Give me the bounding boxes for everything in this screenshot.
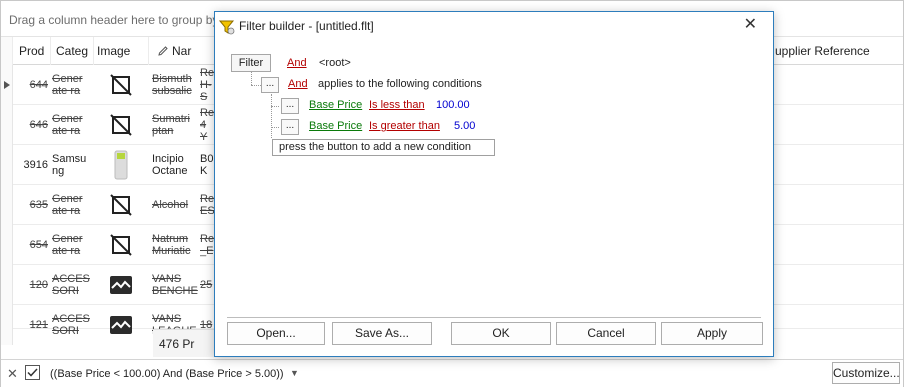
cell-category[interactable]: Samsu ng — [52, 145, 94, 185]
cancel-button[interactable]: Cancel — [556, 322, 656, 345]
group-label: applies to the following conditions — [318, 78, 482, 90]
condition-operator-link[interactable]: Is greater than — [369, 120, 440, 132]
condition-field-link[interactable]: Base Price — [309, 120, 362, 132]
no-image-icon — [97, 225, 145, 265]
image-placeholder-icon — [97, 305, 145, 345]
save-as-button[interactable]: Save As... — [332, 322, 432, 345]
filter-builder-dialog: Filter builder - [untitled.flt] ✕ Filter… — [214, 11, 774, 357]
ok-button[interactable]: OK — [451, 322, 551, 345]
root-operator-link[interactable]: And — [287, 57, 307, 69]
product-thumbnail — [97, 145, 145, 185]
check-icon — [27, 368, 38, 377]
column-header-prod[interactable]: Prod — [13, 37, 51, 65]
tree-connector — [271, 127, 279, 128]
cell-category[interactable]: Gener ate ra — [52, 65, 94, 105]
cell-name[interactable]: Alcohol — [152, 185, 198, 225]
open-button[interactable]: Open... — [227, 322, 325, 345]
close-icon[interactable]: ✕ — [744, 17, 757, 33]
group-menu-button[interactable]: ... — [261, 77, 279, 93]
group-operator-link[interactable]: And — [288, 78, 308, 90]
cell-prod[interactable]: 121 — [13, 305, 51, 345]
cell-name[interactable]: Natrum Muriatic — [152, 225, 198, 265]
tree-connector — [251, 85, 261, 86]
cell-category[interactable]: Gener ate ra — [52, 225, 94, 265]
tree-connector — [271, 106, 279, 107]
row-indicator[interactable] — [1, 265, 13, 305]
cell-prod[interactable]: 635 — [13, 185, 51, 225]
row-indicator[interactable] — [1, 145, 13, 185]
tree-connector — [271, 94, 272, 138]
cell-name[interactable]: Incipio Octane — [152, 145, 198, 185]
no-image-icon — [97, 185, 145, 225]
apply-button[interactable]: Apply — [661, 322, 763, 345]
column-header-name[interactable]: Nar — [149, 37, 215, 65]
cell-category[interactable]: Gener ate ra — [52, 185, 94, 225]
row-indicator[interactable] — [1, 305, 13, 345]
cell-prod[interactable]: 120 — [13, 265, 51, 305]
footer-summary: 476 Pr — [153, 329, 215, 357]
condition-field-link[interactable]: Base Price — [309, 99, 362, 111]
condition-menu-button[interactable]: ... — [281, 98, 299, 114]
row-indicator[interactable] — [1, 65, 13, 105]
filter-tree: Filter And <root> ... And applies to the… — [225, 42, 761, 318]
current-row-arrow-icon — [4, 81, 10, 89]
dialog-title-bar[interactable]: Filter builder - [untitled.flt] ✕ — [215, 12, 773, 40]
cell-category[interactable]: ACCES SORI — [52, 305, 94, 345]
no-image-icon — [97, 65, 145, 105]
group-panel-hint: Drag a column header here to group by — [9, 13, 219, 27]
condition-operator-link[interactable]: Is less than — [369, 99, 425, 111]
cell-prod[interactable]: 3916 — [13, 145, 51, 185]
root-label: <root> — [319, 57, 351, 69]
condition-value[interactable]: 100.00 — [436, 99, 470, 111]
cell-name[interactable]: Bismuth subsalic — [152, 65, 198, 105]
filter-button[interactable]: Filter — [231, 54, 271, 72]
column-header-category[interactable]: Categ — [52, 37, 94, 65]
cell-prod[interactable]: 646 — [13, 105, 51, 145]
dialog-separator — [227, 317, 761, 318]
cell-name[interactable]: Sumatri ptan — [152, 105, 198, 145]
filter-enabled-checkbox[interactable] — [25, 365, 40, 380]
filter-dropdown-arrow-icon[interactable]: ▼ — [290, 368, 299, 378]
row-indicator-header — [1, 37, 13, 65]
filter-funnel-icon — [218, 19, 235, 38]
add-condition-button[interactable]: press the button to add a new condition — [272, 139, 495, 156]
pencil-icon — [158, 46, 168, 56]
image-placeholder-icon — [97, 265, 145, 305]
column-header-image[interactable]: Image — [94, 37, 149, 65]
filter-bar: ✕ ((Base Price < 100.00) And (Base Price… — [1, 359, 903, 387]
condition-menu-button[interactable]: ... — [281, 119, 299, 135]
cell-prod[interactable]: 644 — [13, 65, 51, 105]
row-indicator[interactable] — [1, 225, 13, 265]
tree-connector — [251, 72, 252, 85]
column-header-supplier-reference[interactable]: upplier Reference — [775, 37, 903, 65]
cell-category[interactable]: ACCES SORI — [52, 265, 94, 305]
clear-filter-icon[interactable]: ✕ — [7, 366, 18, 382]
condition-value[interactable]: 5.00 — [454, 120, 475, 132]
no-image-icon — [97, 105, 145, 145]
filter-expression-text[interactable]: ((Base Price < 100.00) And (Base Price >… — [50, 368, 284, 380]
customize-button[interactable]: Customize... — [832, 362, 900, 384]
dialog-title: Filter builder - [untitled.flt] — [239, 19, 374, 33]
row-indicator[interactable] — [1, 105, 13, 145]
cell-category[interactable]: Gener ate ra — [52, 105, 94, 145]
cell-name[interactable]: VANS BENCHE — [152, 265, 198, 305]
cell-prod[interactable]: 654 — [13, 225, 51, 265]
row-indicator[interactable] — [1, 185, 13, 225]
